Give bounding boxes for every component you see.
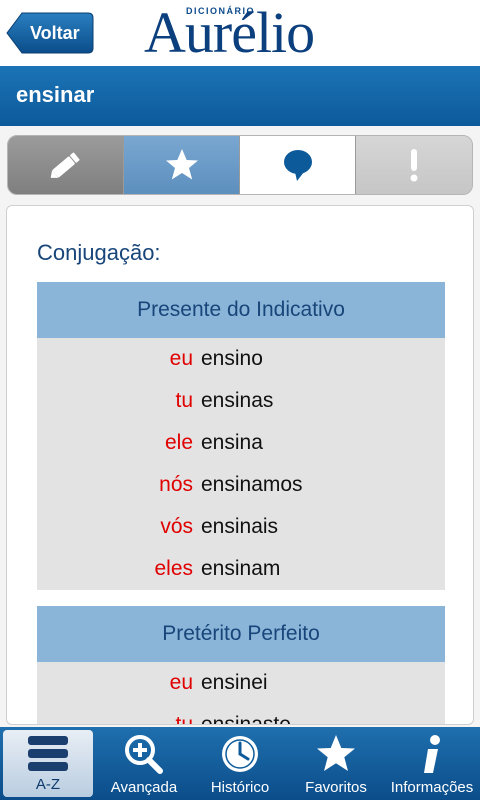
pronoun: tu bbox=[175, 389, 193, 412]
app-screen: Voltar DICIONÁRIO Aurélio ensinar Conjug… bbox=[0, 0, 480, 800]
verb-form: ensinais bbox=[201, 515, 279, 538]
speech-bubble-icon bbox=[283, 150, 312, 181]
word-title-bar: ensinar bbox=[0, 66, 480, 126]
pronoun: eles bbox=[154, 557, 193, 580]
magnifier-plus-icon bbox=[125, 735, 163, 774]
verb-form: ensinam bbox=[201, 557, 281, 580]
star-icon bbox=[165, 149, 198, 180]
tab-avancada[interactable]: Avançada bbox=[96, 727, 192, 800]
segment-info[interactable] bbox=[356, 136, 472, 194]
bottom-tab-bar: A-Z Avançada Histórico Favoritos Informa… bbox=[0, 727, 480, 800]
verb-form: ensinei bbox=[201, 671, 268, 694]
verb-form: ensinamos bbox=[201, 473, 303, 496]
exclamation-icon bbox=[410, 149, 418, 182]
back-button-label: Voltar bbox=[30, 23, 80, 43]
tab-a-z[interactable]: A-Z bbox=[3, 730, 93, 797]
pronoun: eu bbox=[169, 671, 193, 694]
aurelio-logo: DICIONÁRIO Aurélio bbox=[144, 2, 344, 64]
star-icon bbox=[317, 735, 355, 771]
tab-favoritos[interactable]: Favoritos bbox=[288, 727, 384, 800]
entry-segmented-control bbox=[7, 135, 473, 195]
list-icon bbox=[28, 736, 68, 771]
tab-label: Histórico bbox=[210, 779, 270, 796]
table-row: eu ensino bbox=[37, 338, 445, 380]
conjugation-card: Conjugação: Presente do Indicativo eu ens… bbox=[6, 205, 474, 725]
app-header: Voltar DICIONÁRIO Aurélio bbox=[0, 0, 480, 66]
segment-conjugation[interactable] bbox=[240, 136, 356, 194]
info-icon bbox=[424, 735, 440, 773]
logo-title: Aurélio bbox=[144, 0, 315, 65]
verb-form: ensino bbox=[201, 347, 263, 370]
tab-label: Favoritos bbox=[305, 779, 367, 796]
back-button[interactable]: Voltar bbox=[6, 12, 94, 54]
table-header: Presente do Indicativo bbox=[37, 282, 445, 338]
table-row: tu ensinaste bbox=[37, 704, 445, 725]
pronoun: ele bbox=[164, 431, 193, 454]
pronoun: eu bbox=[169, 347, 193, 370]
tab-label: A-Z bbox=[35, 776, 61, 793]
table-header: Pretérito Perfeito bbox=[37, 606, 445, 662]
conjugation-table-presente: Presente do Indicativo eu ensino tu ensina… bbox=[37, 282, 445, 590]
table-row: nós ensinamos bbox=[37, 464, 445, 506]
word-title: ensinar bbox=[16, 82, 95, 107]
tab-historico[interactable]: Histórico bbox=[192, 727, 288, 800]
table-row: eles ensinam bbox=[37, 548, 445, 590]
segment-edit[interactable] bbox=[8, 136, 124, 194]
conjugation-label: Conjugação: bbox=[37, 240, 161, 265]
clock-icon bbox=[222, 736, 258, 772]
verb-form: ensinaste bbox=[201, 713, 291, 725]
verb-form: ensinas bbox=[201, 389, 274, 412]
table-row: tu ensinas bbox=[37, 380, 445, 422]
segment-favorite[interactable] bbox=[124, 136, 240, 194]
pronoun: vós bbox=[160, 515, 193, 538]
pencil-icon bbox=[50, 152, 80, 178]
pronoun: nós bbox=[159, 473, 193, 496]
tab-label: Avançada bbox=[110, 779, 178, 796]
pronoun: tu bbox=[175, 713, 193, 725]
tab-label: Informações bbox=[390, 779, 474, 796]
tab-informacoes[interactable]: Informações bbox=[384, 727, 480, 800]
table-row: eu ensinei bbox=[37, 662, 445, 704]
table-row: ele ensina bbox=[37, 422, 445, 464]
verb-form: ensina bbox=[201, 431, 263, 454]
table-row: vós ensinais bbox=[37, 506, 445, 548]
conjugation-table-preterito: Pretérito Perfeito eu ensinei tu ensinaste bbox=[37, 606, 445, 725]
